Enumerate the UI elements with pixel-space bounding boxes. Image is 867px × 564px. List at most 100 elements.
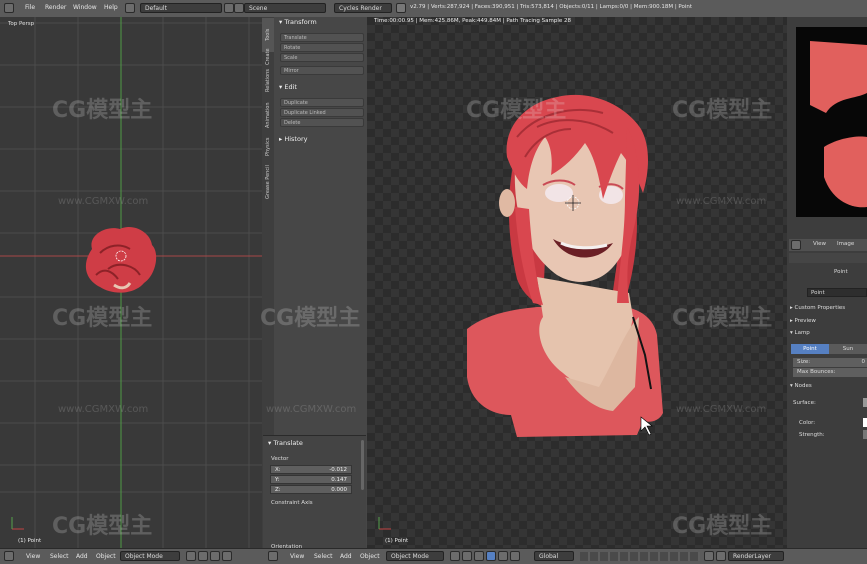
main-object-menu[interactable]: Object [360, 553, 380, 560]
lamp-label: Lamp [794, 330, 810, 336]
left-manipulator-icon[interactable] [210, 551, 220, 561]
main-pivot-icon[interactable] [462, 551, 472, 561]
orientation-dropdown[interactable]: Global [534, 551, 574, 561]
menu-render[interactable]: Render [45, 4, 66, 11]
tab-physics[interactable]: Physics [262, 130, 274, 164]
hair-top-view [85, 226, 157, 293]
left-select-menu[interactable]: Select [50, 553, 69, 560]
delete-button[interactable]: Delete [280, 118, 364, 127]
tab-relations[interactable]: Relations [262, 64, 274, 98]
watermark-logo: CG模型主 [466, 92, 566, 124]
tab-grease-pencil[interactable]: Grease Pencil [262, 160, 274, 204]
main-editor-type-icon[interactable] [268, 551, 278, 561]
edit-panel-header[interactable]: ▾ Edit [279, 83, 297, 91]
main-shading-icon[interactable] [450, 551, 460, 561]
custom-properties-section[interactable]: ▸ Custom Properties [790, 305, 845, 311]
properties-context-tabs[interactable] [789, 253, 867, 263]
rotate-manipulator-icon[interactable] [498, 551, 508, 561]
scene-dropdown[interactable]: Scene [244, 3, 326, 13]
object-breadcrumb: Point [820, 268, 867, 278]
menu-file[interactable]: File [25, 4, 35, 11]
watermark-logo: CG模型主 [672, 92, 772, 124]
preview-section[interactable]: ▸ Preview [790, 318, 816, 324]
left-editor-type-icon[interactable] [4, 551, 14, 561]
z-value: 0.000 [331, 487, 347, 493]
strength-field[interactable] [863, 430, 867, 439]
watermark-logo: CG模型主 [672, 300, 772, 332]
image-editor-view-menu[interactable]: View [813, 241, 826, 247]
left-pivot-icon[interactable] [198, 551, 208, 561]
scene-stats: v2.79 | Verts:287,924 | Faces:390,951 | … [410, 4, 693, 10]
editor-type-icon[interactable] [4, 3, 14, 13]
watermark-logo: CG模型主 [672, 508, 772, 540]
scene-icon[interactable] [234, 3, 244, 13]
x-axis-label: X: [275, 467, 281, 473]
max-bounces-field[interactable]: Max Bounces: [793, 368, 867, 377]
surface-label: Surface: [793, 400, 816, 406]
watermark-brand: CG模型主 [260, 306, 361, 331]
main-manipulator-icon[interactable] [474, 551, 484, 561]
rotate-button[interactable]: Rotate [280, 43, 364, 52]
left-view-menu[interactable]: View [26, 553, 40, 560]
y-value: 0.147 [331, 477, 347, 483]
watermark-logo: CG模型主 [52, 300, 152, 332]
color-swatch[interactable] [863, 418, 867, 427]
transform-panel-header[interactable]: ▾ Transform [279, 18, 317, 26]
translate-button[interactable]: Translate [280, 33, 364, 42]
duplicate-button[interactable]: Duplicate [280, 98, 364, 107]
add-layout-button[interactable] [224, 3, 234, 13]
strength-label: Strength: [799, 432, 825, 438]
menu-window[interactable]: Window [73, 4, 97, 11]
lock-camera-icon[interactable] [704, 551, 714, 561]
lamp-type-sun[interactable]: Sun [829, 344, 867, 354]
duplicate-linked-button[interactable]: Duplicate Linked [280, 108, 364, 117]
history-panel-title: History [284, 135, 308, 143]
watermark-logo: CG模型主 [52, 508, 152, 540]
image-editor-icon[interactable] [791, 240, 801, 250]
lamp-datablock-field[interactable]: Point [807, 288, 867, 297]
scale-manipulator-icon[interactable] [510, 551, 520, 561]
main-select-menu[interactable]: Select [314, 553, 333, 560]
tab-animation[interactable]: Animation [262, 98, 274, 132]
watermark-url: www.CGMXW.com [676, 196, 767, 207]
left-layers-icon[interactable] [222, 551, 232, 561]
watermark-logo: CG模型主 [52, 92, 152, 124]
vector-y-field[interactable]: Y: 0.147 [270, 475, 352, 484]
mirror-button[interactable]: Mirror [280, 66, 364, 75]
watermark-brand: CG模型主 [672, 98, 773, 123]
main-view-menu[interactable]: View [290, 553, 304, 560]
render-layer-icon[interactable] [716, 551, 726, 561]
main-mode-dropdown[interactable]: Object Mode [386, 551, 444, 561]
main-add-menu[interactable]: Add [340, 553, 352, 560]
scale-button[interactable]: Scale [280, 53, 364, 62]
constraint-axis-label: Constraint Axis [271, 500, 313, 506]
render-engine-dropdown[interactable]: Cycles Render [334, 3, 392, 13]
vector-z-field[interactable]: Z: 0.000 [270, 485, 352, 494]
layer-buttons[interactable] [580, 552, 700, 561]
lamp-type-point[interactable]: Point [791, 344, 829, 354]
nodes-section[interactable]: ▾ Nodes [790, 383, 812, 389]
vector-x-field[interactable]: X: -0.012 [270, 465, 352, 474]
left-object-menu[interactable]: Object [96, 553, 116, 560]
size-field[interactable]: Size: 0 [793, 358, 867, 367]
render-layer-dropdown[interactable]: RenderLayer [728, 551, 784, 561]
watermark-url: www.CGMXW.com [58, 196, 149, 207]
translate-op-title: Translate [273, 439, 303, 447]
history-panel-header[interactable]: ▸ History [279, 135, 307, 143]
translate-op-header[interactable]: ▾ Translate [268, 439, 303, 447]
left-mode-dropdown[interactable]: Object Mode [120, 551, 180, 561]
menu-help[interactable]: Help [104, 4, 118, 11]
lamp-section[interactable]: ▾ Lamp [790, 330, 810, 336]
watermark-brand: CG模型主 [52, 98, 153, 123]
operator-scrollbar[interactable] [361, 440, 364, 490]
z-axis-label: Z: [275, 487, 281, 493]
layout-icon[interactable] [125, 3, 135, 13]
watermark-brand: CG模型主 [466, 98, 567, 123]
screen-layout-dropdown[interactable]: Default [140, 3, 222, 13]
left-shading-icon[interactable] [186, 551, 196, 561]
translate-manipulator-icon[interactable] [486, 551, 496, 561]
image-editor-image-menu[interactable]: Image [837, 241, 854, 247]
surface-selector[interactable] [863, 398, 867, 407]
main-object-label: (1) Point [385, 538, 409, 544]
left-add-menu[interactable]: Add [76, 553, 88, 560]
